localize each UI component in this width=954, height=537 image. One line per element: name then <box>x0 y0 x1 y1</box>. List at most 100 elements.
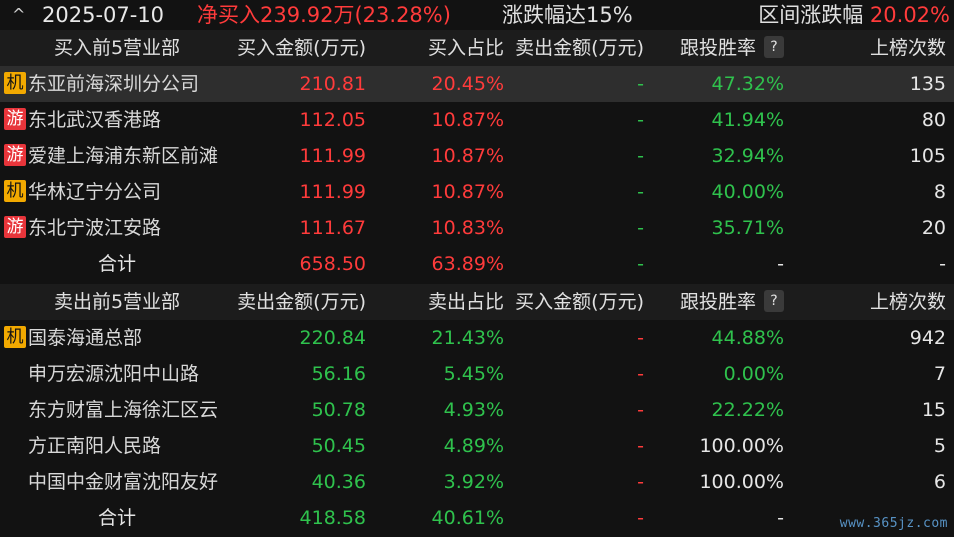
table-row[interactable]: 游爱建上海浦东新区前滩 111.99 10.87% - 32.94% 105 <box>0 138 954 174</box>
sell-total-row: 合计 418.58 40.61% - - <box>0 500 954 536</box>
broker-name-cell: 机东亚前海深圳分公司 <box>4 66 230 102</box>
sell-amount: - <box>637 73 644 95</box>
table-row[interactable]: 机华林辽宁分公司 111.99 10.87% - 40.00% 8 <box>0 174 954 210</box>
sell-amount: - <box>637 145 644 167</box>
table-row[interactable]: 游东北武汉香港路 112.05 10.87% - 41.94% 80 <box>0 102 954 138</box>
list-count: 15 <box>921 399 946 421</box>
total-win-rate: - <box>777 253 784 275</box>
buy-col-other-amount: 卖出金额(万元) <box>515 37 644 59</box>
broker-name: 东亚前海深圳分公司 <box>28 73 200 95</box>
total-count: - <box>939 253 946 275</box>
broker-name: 东方财富上海徐汇区云 <box>28 399 219 421</box>
list-count: 20 <box>921 217 946 239</box>
table-row[interactable]: 中国中金财富沈阳友好 40.36 3.92% - 100.00% 6 <box>0 464 954 500</box>
win-rate: 100.00% <box>699 435 784 457</box>
win-rate: 32.94% <box>711 145 784 167</box>
sell-ratio: 5.45% <box>443 363 504 385</box>
list-count: 6 <box>933 471 946 493</box>
range-change: 区间涨跌幅 20.02% <box>758 0 950 30</box>
list-count: 80 <box>921 109 946 131</box>
buy-amount: - <box>637 435 644 457</box>
broker-name: 方正南阳人民路 <box>28 435 162 457</box>
total-sell-ratio: 40.61% <box>431 507 504 529</box>
win-rate: 44.88% <box>711 327 784 349</box>
win-rate: 47.32% <box>711 73 784 95</box>
buy-amount: 210.81 <box>299 73 366 95</box>
limit-reason: 涨跌幅达15% <box>502 3 633 27</box>
buy-amount: 111.99 <box>299 181 366 203</box>
sell-amount: 40.36 <box>311 471 366 493</box>
broker-name-cell: 中国中金财富沈阳友好 <box>4 464 230 500</box>
buy-ratio: 10.87% <box>431 109 504 131</box>
sell-table-header: 卖出前5营业部 卖出金额(万元) 卖出占比 买入金额(万元) 跟投胜率? 上榜次… <box>0 284 954 320</box>
table-row[interactable]: 游东北宁波江安路 111.67 10.83% - 35.71% 20 <box>0 210 954 246</box>
list-count: 135 <box>909 73 946 95</box>
broker-name-cell: 方正南阳人民路 <box>4 428 230 464</box>
summary-bar: ^ 2025-07-10 净买入239.92万(23.28%) 涨跌幅达15% … <box>0 0 954 30</box>
win-rate: 100.00% <box>699 471 784 493</box>
list-count: 8 <box>933 181 946 203</box>
watermark: www.365jz.com <box>839 516 948 531</box>
buy-col-count: 上榜次数 <box>869 37 946 59</box>
win-rate: 41.94% <box>711 109 784 131</box>
institution-badge-icon: 机 <box>4 179 26 202</box>
sell-amount: - <box>637 109 644 131</box>
sell-amount: 56.16 <box>311 363 366 385</box>
list-count: 5 <box>933 435 946 457</box>
sell-ratio: 21.43% <box>431 327 504 349</box>
broker-name: 爱建上海浦东新区前滩 <box>28 145 219 167</box>
retail-badge-icon: 游 <box>4 107 26 130</box>
win-rate: 35.71% <box>711 217 784 239</box>
broker-name-cell: 申万宏源沈阳中山路 <box>4 356 230 392</box>
list-count: 7 <box>933 363 946 385</box>
buy-col-ratio: 买入占比 <box>427 37 504 59</box>
help-icon[interactable]: ? <box>764 35 784 58</box>
collapse-chevron-icon[interactable]: ^ <box>12 0 25 30</box>
institution-badge-icon: 机 <box>4 325 26 348</box>
table-row[interactable]: 机东亚前海深圳分公司 210.81 20.45% - 47.32% 135 <box>0 66 954 102</box>
table-row[interactable]: 东方财富上海徐汇区云 50.78 4.93% - 22.22% 15 <box>0 392 954 428</box>
sell-ratio: 4.93% <box>443 399 504 421</box>
buy-col-win-rate: 跟投胜率? <box>644 30 784 66</box>
sell-col-count: 上榜次数 <box>869 291 946 313</box>
broker-name: 国泰海通总部 <box>28 327 143 349</box>
list-count: 105 <box>909 145 946 167</box>
table-row[interactable]: 申万宏源沈阳中山路 56.16 5.45% - 0.00% 7 <box>0 356 954 392</box>
sell-ratio: 3.92% <box>443 471 504 493</box>
table-row[interactable]: 机国泰海通总部 220.84 21.43% - 44.88% 942 <box>0 320 954 356</box>
buy-amount: - <box>637 363 644 385</box>
buy-col-amount: 买入金额(万元) <box>237 37 366 59</box>
total-buy-amount: 658.50 <box>299 253 366 275</box>
total-buy-amount: - <box>637 507 644 529</box>
win-rate: 22.22% <box>711 399 784 421</box>
total-sell-amount: - <box>637 253 644 275</box>
buy-ratio: 20.45% <box>431 73 504 95</box>
institution-badge-icon: 机 <box>4 71 26 94</box>
range-change-value: 20.02% <box>869 3 950 27</box>
retail-badge-icon: 游 <box>4 143 26 166</box>
broker-name: 申万宏源沈阳中山路 <box>28 363 200 385</box>
total-buy-ratio: 63.89% <box>431 253 504 275</box>
total-label: 合计 <box>97 253 136 275</box>
sell-amount: 50.45 <box>311 435 366 457</box>
total-win-rate: - <box>777 507 784 529</box>
help-icon[interactable]: ? <box>764 289 784 312</box>
broker-name-cell: 游东北武汉香港路 <box>4 102 230 138</box>
buy-total-row: 合计 658.50 63.89% - - - <box>0 246 954 282</box>
buy-table-header: 买入前5营业部 买入金额(万元) 买入占比 卖出金额(万元) 跟投胜率? 上榜次… <box>0 30 954 66</box>
retail-badge-icon: 游 <box>4 215 26 238</box>
broker-name-cell: 游爱建上海浦东新区前滩 <box>4 138 230 174</box>
buy-ratio: 10.87% <box>431 145 504 167</box>
buy-amount: 111.99 <box>299 145 366 167</box>
buy-amount: - <box>637 471 644 493</box>
total-sell-amount: 418.58 <box>299 507 366 529</box>
trade-date[interactable]: 2025-07-10 <box>42 0 164 30</box>
table-row[interactable]: 方正南阳人民路 50.45 4.89% - 100.00% 5 <box>0 428 954 464</box>
net-buy-summary: 净买入239.92万(23.28%) <box>197 3 451 27</box>
list-count: 942 <box>909 327 946 349</box>
sell-col-win-rate: 跟投胜率? <box>644 284 784 320</box>
broker-name: 中国中金财富沈阳友好 <box>28 471 219 493</box>
broker-name-cell: 东方财富上海徐汇区云 <box>4 392 230 428</box>
win-rate: 40.00% <box>711 181 784 203</box>
range-change-label: 区间涨跌幅 <box>758 3 864 27</box>
